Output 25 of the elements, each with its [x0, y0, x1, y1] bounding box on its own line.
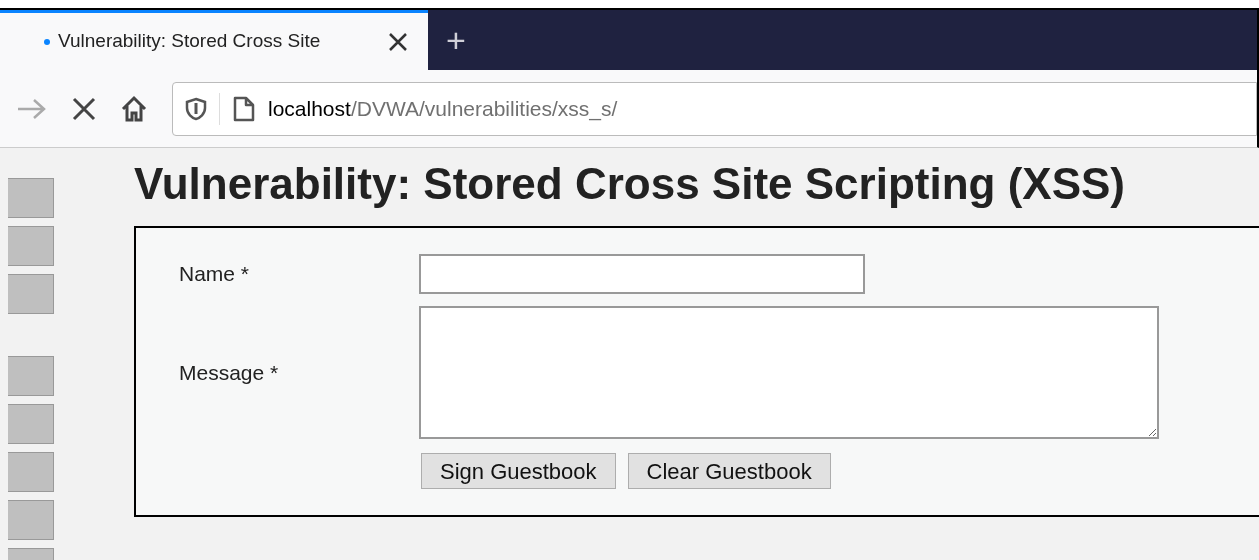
url-text: localhost/DVWA/vulnerabilities/xss_s/: [268, 95, 618, 123]
page-heading: Vulnerability: Stored Cross Site Scripting (XSS): [134, 158, 1126, 210]
address-bar[interactable]: localhost/DVWA/vulnerabilities/xss_s/: [172, 81, 1257, 136]
tab-title: Vulnerability: Stored Cross Site: [58, 29, 321, 54]
browser-tab[interactable]: Vulnerability: Stored Cross Site: [0, 10, 428, 70]
menu-block[interactable]: [8, 404, 54, 444]
name-label: Name *: [179, 261, 251, 288]
menu-block[interactable]: [8, 500, 54, 540]
close-icon[interactable]: [388, 31, 408, 52]
form-button[interactable]: Clear Guestbook: [627, 453, 831, 489]
new-tab-button[interactable]: +: [446, 23, 466, 57]
name-field[interactable]: [419, 254, 865, 294]
forward-arrow-icon[interactable]: [16, 96, 48, 121]
close-icon[interactable]: [72, 96, 96, 121]
page-icon[interactable]: [232, 94, 256, 123]
menu-block[interactable]: [8, 274, 54, 314]
menu-block[interactable]: [8, 226, 54, 266]
form-button[interactable]: Sign Guestbook: [421, 453, 616, 489]
message-field[interactable]: [419, 306, 1159, 439]
menu-block[interactable]: [8, 356, 54, 396]
menu-block[interactable]: [8, 452, 54, 492]
message-label: Message *: [179, 359, 280, 386]
menu-block[interactable]: [8, 178, 54, 218]
shield-icon[interactable]: [185, 96, 207, 121]
home-icon[interactable]: [120, 94, 148, 123]
